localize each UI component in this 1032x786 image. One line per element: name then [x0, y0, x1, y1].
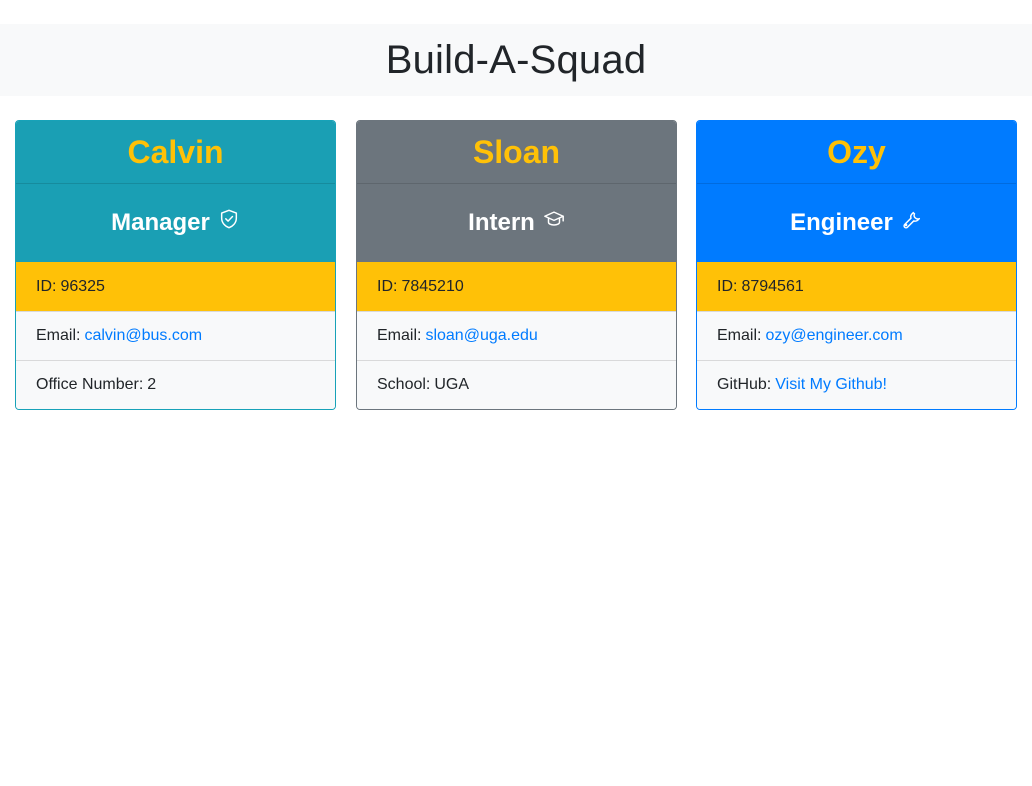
id-label: ID:: [36, 277, 57, 295]
employee-card-intern: Sloan Intern ID: 7845210 Email: sloan@ug…: [356, 120, 677, 410]
card-name-header: Calvin: [16, 121, 335, 184]
office-number-label: Office Number:: [36, 376, 144, 393]
wrench-icon: [901, 208, 923, 230]
employee-role-label: Manager: [111, 209, 210, 236]
employee-id-row: ID: 8794561: [697, 262, 1016, 311]
employee-role: Intern: [468, 211, 565, 235]
card-name-header: Sloan: [357, 121, 676, 184]
card-name-header: Ozy: [697, 121, 1016, 184]
email-link[interactable]: sloan@uga.edu: [425, 327, 537, 345]
id-label: ID:: [717, 277, 738, 295]
github-label: GitHub:: [717, 376, 772, 393]
employee-name: Calvin: [127, 134, 224, 170]
employee-card-engineer: Ozy Engineer ID: 8794561 Email: ozy@engi…: [696, 120, 1017, 410]
github-row: GitHub: Visit My Github!: [697, 360, 1016, 409]
page-title: Build-A-Squad: [385, 38, 647, 82]
id-value: 8794561: [741, 277, 804, 295]
email-link[interactable]: calvin@bus.com: [84, 327, 202, 345]
employee-card-manager: Calvin Manager ID: 96325 Email: calvin@b…: [15, 120, 336, 410]
employee-email-row: Email: calvin@bus.com: [16, 311, 335, 360]
email-label: Email:: [36, 327, 81, 344]
school-row: School: UGA: [357, 360, 676, 409]
employee-id-row: ID: 96325: [16, 262, 335, 311]
office-number-value: 2: [147, 376, 157, 393]
employee-name: Ozy: [827, 134, 886, 170]
employee-id-row: ID: 7845210: [357, 262, 676, 311]
employee-name: Sloan: [472, 134, 561, 170]
employee-email-row: Email: sloan@uga.edu: [357, 311, 676, 360]
github-link[interactable]: Visit My Github!: [775, 376, 887, 394]
employee-role: Manager: [111, 208, 240, 236]
employee-role-label: Intern: [468, 209, 535, 236]
card-role-header: Engineer: [697, 184, 1016, 262]
id-label: ID:: [377, 277, 398, 295]
id-value: 96325: [60, 277, 105, 295]
email-link[interactable]: ozy@engineer.com: [765, 327, 902, 345]
shield-check-icon: [218, 208, 240, 230]
school-label: School:: [377, 376, 431, 393]
employee-role-label: Engineer: [790, 209, 893, 236]
email-label: Email:: [377, 327, 422, 344]
office-number-row: Office Number: 2: [16, 360, 335, 409]
employee-email-row: Email: ozy@engineer.com: [697, 311, 1016, 360]
school-value: UGA: [434, 376, 470, 393]
card-role-header: Manager: [16, 184, 335, 262]
page-header: Build-A-Squad: [0, 24, 1032, 96]
email-label: Email:: [717, 327, 762, 344]
employee-role: Engineer: [790, 211, 923, 235]
card-role-header: Intern: [357, 184, 676, 262]
graduation-cap-icon: [543, 208, 565, 230]
id-value: 7845210: [401, 277, 464, 295]
